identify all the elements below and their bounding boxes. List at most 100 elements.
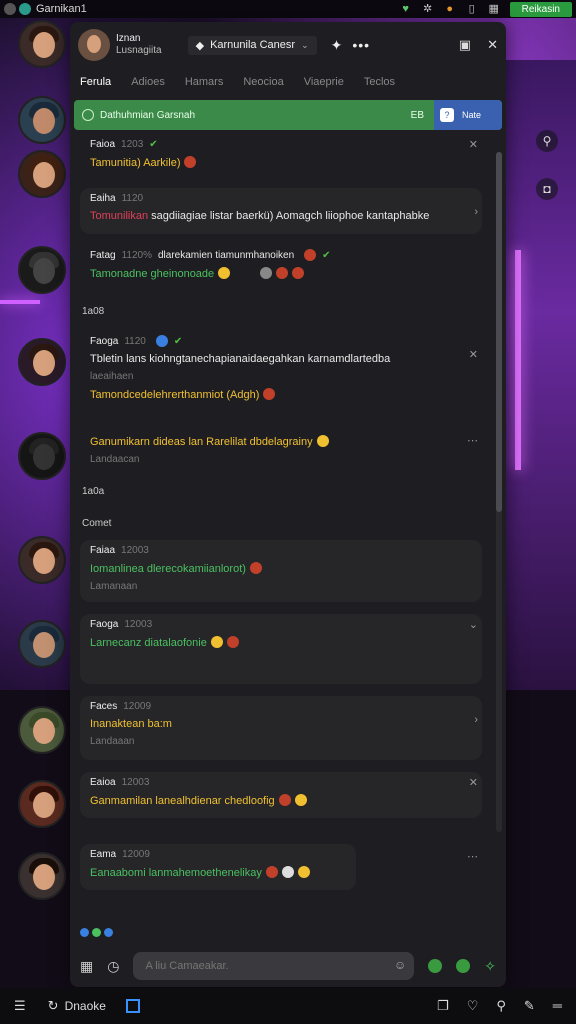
banner-action-button[interactable]: ? Nate xyxy=(434,100,502,130)
avatar[interactable] xyxy=(18,620,66,668)
message-text: Tamonadne gheinonoade xyxy=(90,267,472,280)
notification-icon[interactable]: ● xyxy=(444,3,456,15)
chevron-down-icon[interactable]: ⌄ xyxy=(469,618,478,631)
emoji-icon xyxy=(265,866,278,878)
avatar[interactable] xyxy=(18,706,66,754)
star-icon[interactable]: ✦ xyxy=(331,37,343,54)
topbar-button[interactable]: Reikasin xyxy=(509,1,572,17)
avatar[interactable] xyxy=(18,96,66,144)
message-subtext: laeaihaen xyxy=(90,371,134,382)
tab[interactable]: Ferula xyxy=(80,76,111,88)
tab[interactable]: Neocioa xyxy=(243,76,283,88)
search-icon[interactable]: ⚲ xyxy=(496,998,506,1014)
background-neon-light xyxy=(515,250,521,470)
avatar[interactable] xyxy=(18,338,66,386)
emoji-icon[interactable] xyxy=(428,959,443,973)
more-icon[interactable]: ⋯ xyxy=(467,850,478,863)
channel-name: Karnunila Canesr xyxy=(210,39,296,51)
date-separator: Comet xyxy=(82,518,112,529)
like-icon[interactable]: ♡ xyxy=(467,998,479,1014)
message[interactable]: Fatag 1120% dlarekamien tiamunmhanoiken ✔ T… xyxy=(80,244,482,290)
close-icon[interactable]: ✕ xyxy=(469,348,478,361)
more-icon[interactable]: ═ xyxy=(553,998,562,1014)
emoji-icon xyxy=(297,866,310,878)
clock-icon[interactable]: ◷ xyxy=(107,958,119,975)
heart-icon[interactable]: ♥ xyxy=(400,3,412,15)
message-text: Larnecanz diatalaofonie xyxy=(90,636,472,649)
taskbar-label[interactable]: Dnaoke xyxy=(65,999,106,1013)
message-text: Tbletin lans kiohngtanechapianaidaegahka… xyxy=(90,353,391,365)
emoji-icon xyxy=(281,866,294,878)
sticker-icon[interactable] xyxy=(456,959,471,973)
status-icon xyxy=(82,109,94,121)
grid-icon[interactable]: ▦ xyxy=(488,3,500,15)
close-icon[interactable]: ✕ xyxy=(469,776,478,789)
message[interactable]: Faioa 1203 ✔ Tamunitia) Aarkile) ✕ xyxy=(80,134,482,180)
edit-icon[interactable]: ✎ xyxy=(524,998,535,1014)
message-author: Eaiha xyxy=(90,193,116,204)
avatar[interactable] xyxy=(18,432,66,480)
message-subtext: Landaaan xyxy=(90,736,135,747)
message[interactable]: Faiaa 12003 Iomanlinea dlerecokamiianloro… xyxy=(80,540,482,602)
message-time: 1203 xyxy=(121,139,144,150)
copy-icon[interactable]: ❐ xyxy=(437,998,449,1014)
emoji-icon xyxy=(294,794,307,806)
message-subtext: Landaacan xyxy=(90,454,140,465)
window-icon[interactable] xyxy=(125,999,140,1013)
channel-selector[interactable]: ◆ Karnunila Canesr ⌄ xyxy=(187,35,317,55)
chevron-right-icon[interactable]: › xyxy=(474,714,478,726)
message-author: Faces xyxy=(90,701,118,712)
attach-icon[interactable]: ⚲ xyxy=(536,130,558,152)
message-text: Eanaabomi lanmahemoethenelikay xyxy=(90,866,346,879)
status-banner[interactable]: Dathuhmian Garsnah EB ? Nate xyxy=(74,100,502,130)
banner-action-label: Nate xyxy=(462,110,482,120)
emoji-icon xyxy=(260,267,273,279)
chat-header: Iznan Lusnagiita ◆ Karnunila Canesr ⌄ ✦ … xyxy=(70,22,506,68)
avatar[interactable] xyxy=(18,536,66,584)
banner-badge: EB xyxy=(410,109,424,121)
chat-window: Iznan Lusnagiita ◆ Karnunila Canesr ⌄ ✦ … xyxy=(70,22,506,987)
avatar[interactable] xyxy=(18,20,66,68)
avatar[interactable] xyxy=(78,29,110,61)
chevron-right-icon[interactable]: › xyxy=(474,206,478,218)
send-icon[interactable]: ✧ xyxy=(484,958,496,975)
grid-icon[interactable]: ▦ xyxy=(80,958,93,975)
tab[interactable]: Viaeprie xyxy=(304,76,344,88)
message-text: Iomanlinea dlerecokamiianlorot) xyxy=(90,562,472,575)
message[interactable]: Faoga 12003 Larnecanz diatalaofonie ⌄ xyxy=(80,614,482,684)
menu-icon[interactable]: ☰ xyxy=(14,998,26,1014)
emoji-icon xyxy=(316,435,329,447)
close-icon[interactable]: ✕ xyxy=(469,138,478,151)
message[interactable]: Eaiha 1120 Tomunilikan sagdiiagiae listar… xyxy=(80,188,482,234)
avatar[interactable] xyxy=(18,246,66,294)
message-author: Eaioa xyxy=(90,777,116,788)
more-icon[interactable]: ••• xyxy=(352,37,370,53)
message[interactable]: Eaioa 12003 Ganmamilan lanealhdienar ched… xyxy=(80,772,482,818)
message[interactable]: Faces 12009 Inanaktean ba:m Landaaan › xyxy=(80,696,482,760)
message[interactable]: Ganumikarn dideas lan Rarelilat dbdelagr… xyxy=(80,424,482,474)
topbar-title: Garnikan1 xyxy=(36,3,87,15)
message[interactable]: Eama 12009 Eanaabomi lanmahemoethenelikay xyxy=(80,844,356,890)
message[interactable]: Faoga 1120 ✔ Tbletin lans kiohngtanechapia… xyxy=(80,330,482,414)
check-icon: ✔ xyxy=(149,139,158,150)
camera-icon[interactable]: ◘ xyxy=(536,178,558,200)
message-author: Faoga xyxy=(90,335,119,347)
tab[interactable]: Adioes xyxy=(131,76,165,88)
message-time: 12003 xyxy=(121,545,149,556)
avatar[interactable] xyxy=(18,852,66,900)
avatar[interactable] xyxy=(18,150,66,198)
more-icon[interactable]: ⋯ xyxy=(467,434,478,447)
maximize-icon[interactable]: ▣ xyxy=(459,37,471,53)
smile-icon[interactable]: ☺ xyxy=(394,958,406,972)
refresh-icon[interactable]: ↻ xyxy=(48,998,59,1014)
trash-icon[interactable]: ▯ xyxy=(466,3,478,15)
date-separator: 1a08 xyxy=(82,306,105,317)
avatar[interactable] xyxy=(18,780,66,828)
close-icon[interactable]: ✕ xyxy=(487,37,498,53)
tab[interactable]: Teclos xyxy=(364,76,395,88)
gear-icon[interactable]: ✲ xyxy=(422,3,434,15)
message-text: Tomunilikan sagdiiagiae listar baerkü) A… xyxy=(90,210,430,222)
check-icon: ✔ xyxy=(322,249,331,261)
tab[interactable]: Hamars xyxy=(185,76,224,88)
message-input[interactable] xyxy=(133,952,415,980)
